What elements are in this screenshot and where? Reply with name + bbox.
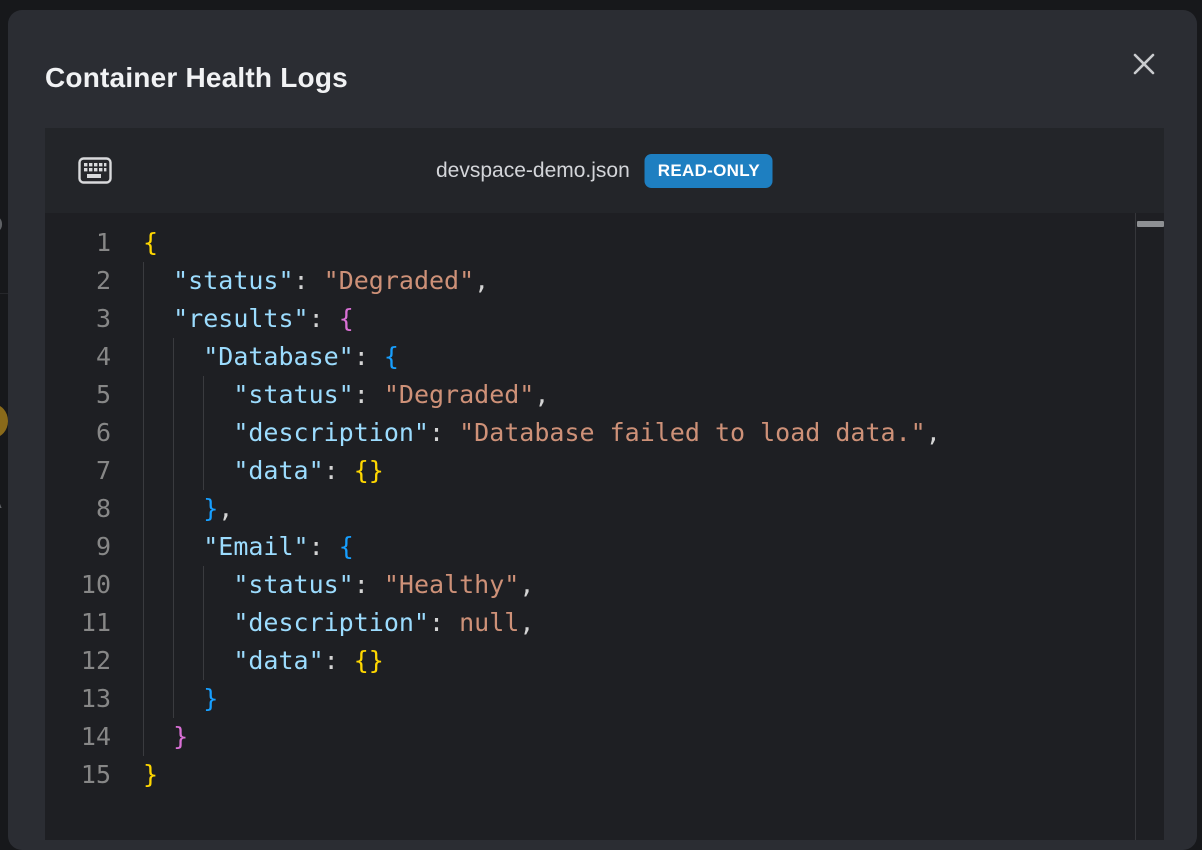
line-number: 10 — [45, 566, 133, 604]
line-number: 7 — [45, 452, 133, 490]
code-line: 14 } — [45, 718, 1164, 756]
code-content[interactable]: 1{2 "status": "Degraded",3 "results": {4… — [45, 213, 1164, 840]
line-number: 13 — [45, 680, 133, 718]
code-line: 1{ — [45, 224, 1164, 262]
indent-guide — [173, 604, 174, 642]
indent-guide — [143, 642, 144, 680]
code-line-text: "description": "Database failed to load … — [133, 414, 941, 452]
line-number: 1 — [45, 224, 133, 262]
indent-guide — [143, 338, 144, 376]
code-line-text: "Email": { — [133, 528, 354, 566]
indent-guide — [143, 680, 144, 718]
indent-guide — [143, 528, 144, 566]
code-line-text: "results": { — [133, 300, 354, 338]
indent-guide — [173, 452, 174, 490]
x-icon — [1129, 49, 1159, 79]
code-line: 15} — [45, 756, 1164, 794]
indent-guide — [173, 680, 174, 718]
read-only-badge: READ-ONLY — [645, 154, 773, 188]
line-number: 11 — [45, 604, 133, 642]
code-line-text: "status": "Degraded", — [133, 262, 489, 300]
container-health-logs-dialog: Container Health Logs — [8, 10, 1197, 850]
indent-guide — [173, 338, 174, 376]
code-line: 4 "Database": { — [45, 338, 1164, 376]
background-text-fragment: A — [0, 488, 2, 514]
code-line-text: "status": "Healthy", — [133, 566, 534, 604]
code-line: 5 "status": "Degraded", — [45, 376, 1164, 414]
editor-header: devspace-demo.json READ-ONLY — [45, 128, 1164, 213]
line-number: 3 — [45, 300, 133, 338]
code-line-text: "status": "Degraded", — [133, 376, 549, 414]
code-editor-panel: devspace-demo.json READ-ONLY 1{2 "status… — [45, 128, 1164, 840]
code-line-text: "description": null, — [133, 604, 534, 642]
code-line-text: "data": {} — [133, 452, 384, 490]
code-line: 13 } — [45, 680, 1164, 718]
close-button[interactable] — [1124, 44, 1164, 84]
indent-guide — [203, 376, 204, 414]
code-line-text: "Database": { — [133, 338, 399, 376]
code-line: 9 "Email": { — [45, 528, 1164, 566]
line-number: 15 — [45, 756, 133, 794]
line-number: 5 — [45, 376, 133, 414]
line-number: 8 — [45, 490, 133, 528]
indent-guide — [203, 642, 204, 680]
code-lines: 1{2 "status": "Degraded",3 "results": {4… — [45, 224, 1164, 794]
scrollbar-thumb[interactable] — [1137, 221, 1164, 227]
editor-scrollbar[interactable] — [1135, 213, 1164, 840]
code-line: 11 "description": null, — [45, 604, 1164, 642]
code-line: 10 "status": "Healthy", — [45, 566, 1164, 604]
code-line-text: } — [133, 680, 218, 718]
code-line: 7 "data": {} — [45, 452, 1164, 490]
code-line: 8 }, — [45, 490, 1164, 528]
code-line: 2 "status": "Degraded", — [45, 262, 1164, 300]
line-number: 2 — [45, 262, 133, 300]
indent-guide — [173, 490, 174, 528]
code-line-text: { — [133, 224, 158, 262]
code-line-text: } — [133, 756, 158, 794]
dialog-title: Container Health Logs — [45, 62, 348, 94]
background-avatar — [0, 404, 8, 438]
code-line: 3 "results": { — [45, 300, 1164, 338]
code-line: 6 "description": "Database failed to loa… — [45, 414, 1164, 452]
code-line-text: "data": {} — [133, 642, 384, 680]
indent-guide — [143, 414, 144, 452]
line-number: 9 — [45, 528, 133, 566]
indent-guide — [203, 566, 204, 604]
background-text-fragment: O — [0, 212, 3, 238]
filename-label: devspace-demo.json — [436, 159, 630, 183]
indent-guide — [143, 718, 144, 756]
indent-guide — [143, 262, 144, 300]
code-line-text: }, — [133, 490, 233, 528]
indent-guide — [143, 452, 144, 490]
indent-guide — [143, 300, 144, 338]
indent-guide — [203, 452, 204, 490]
code-line: 12 "data": {} — [45, 642, 1164, 680]
keyboard-icon[interactable] — [78, 157, 112, 184]
line-number: 6 — [45, 414, 133, 452]
line-number: 4 — [45, 338, 133, 376]
indent-guide — [173, 414, 174, 452]
line-number: 14 — [45, 718, 133, 756]
indent-guide — [143, 566, 144, 604]
indent-guide — [143, 376, 144, 414]
indent-guide — [203, 604, 204, 642]
indent-guide — [173, 566, 174, 604]
indent-guide — [173, 642, 174, 680]
indent-guide — [173, 376, 174, 414]
indent-guide — [143, 604, 144, 642]
indent-guide — [173, 528, 174, 566]
indent-guide — [203, 414, 204, 452]
code-line-text: } — [133, 718, 188, 756]
indent-guide — [143, 490, 144, 528]
line-number: 12 — [45, 642, 133, 680]
